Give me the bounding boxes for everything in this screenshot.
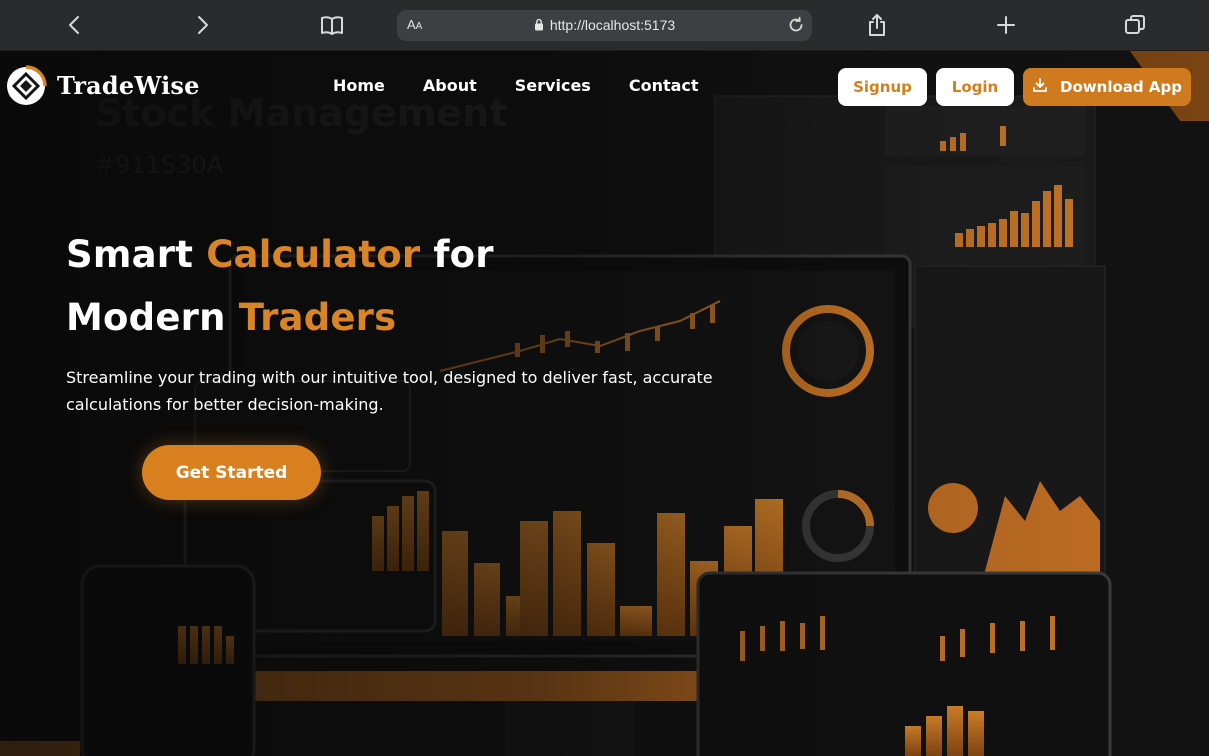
nav-link-home[interactable]: Home <box>333 76 385 95</box>
signup-button[interactable]: Signup <box>838 68 927 106</box>
download-icon <box>1032 77 1048 97</box>
reload-icon[interactable] <box>787 16 805 38</box>
forward-icon[interactable] <box>193 11 213 39</box>
nav-link-services[interactable]: Services <box>515 76 591 95</box>
download-app-label: Download App <box>1060 78 1182 96</box>
top-navbar: TradeWise Home About Services Contact Si… <box>0 51 1209 123</box>
hero-title-line-1: Smart Calculator for <box>66 233 494 276</box>
url-text[interactable]: http://localhost:5173 <box>397 17 812 34</box>
brand-name[interactable]: TradeWise <box>57 71 200 100</box>
hero-title: Smart Calculator for Modern Traders <box>66 223 494 349</box>
browser-toolbar: AA http://localhost:5173 <box>0 0 1209 51</box>
lock-icon <box>534 18 544 34</box>
hero-subtitle: Streamline your trading with our intuiti… <box>66 368 713 414</box>
download-app-button[interactable]: Download App <box>1023 68 1191 106</box>
get-started-button[interactable]: Get Started <box>142 445 321 500</box>
nav-links: Home About Services Contact <box>333 76 737 95</box>
tabs-icon[interactable] <box>1124 11 1146 39</box>
login-button[interactable]: Login <box>936 68 1014 106</box>
nav-link-about[interactable]: About <box>423 76 477 95</box>
book-icon[interactable] <box>319 11 345 39</box>
address-bar[interactable]: AA http://localhost:5173 <box>397 10 812 41</box>
hero-title-accent-traders: Traders <box>238 296 397 339</box>
hero-section: Stock Management #911S30A TradeWise Home… <box>0 51 1209 756</box>
hero-title-line-2: Modern Traders <box>66 296 397 339</box>
plus-icon[interactable] <box>996 11 1016 39</box>
tradewise-logo-icon[interactable] <box>5 65 47 107</box>
share-icon[interactable] <box>866 11 888 39</box>
hero-title-accent-calculator: Calculator <box>206 233 421 276</box>
back-icon[interactable] <box>64 11 84 39</box>
nav-link-contact[interactable]: Contact <box>629 76 699 95</box>
